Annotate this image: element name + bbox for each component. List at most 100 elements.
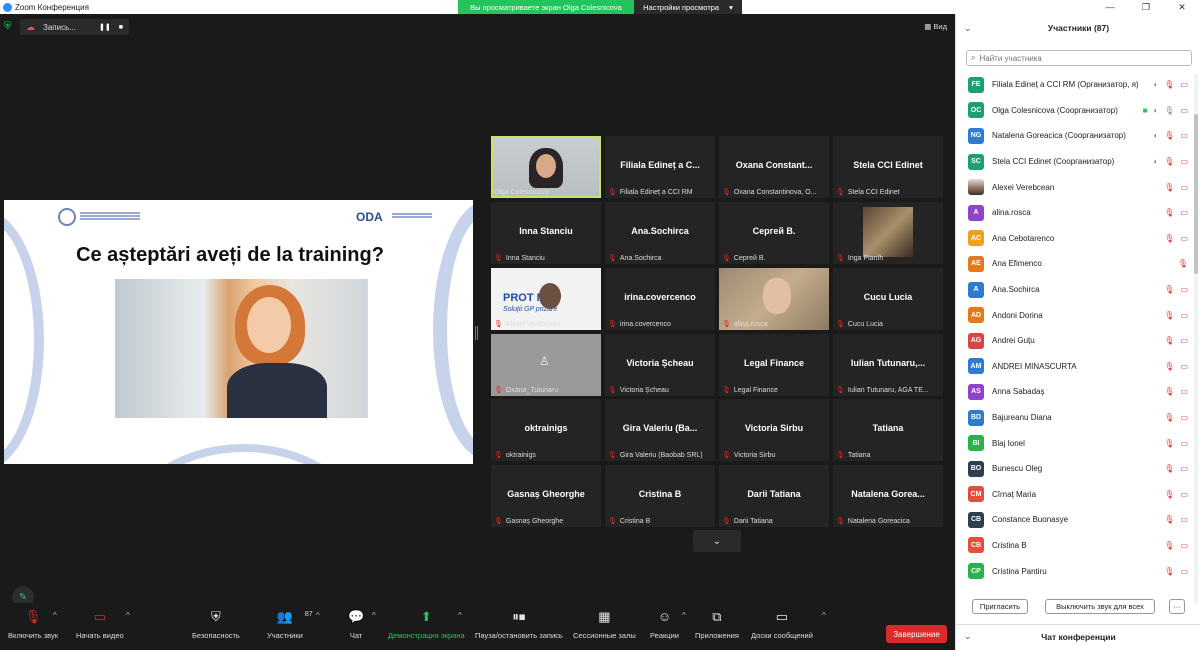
apps-button[interactable]: ⧉ Приложения — [695, 607, 739, 640]
breakout-rooms-button[interactable]: ▦ Сессионные залы — [573, 607, 636, 640]
video-options-caret[interactable]: ^ — [126, 611, 130, 620]
video-tile[interactable]: Iulian Tutunaru,... 🎙 Iulian Tutunaru, AGA… — [833, 334, 943, 396]
participant-row[interactable]: BO Bunescu Oleg 🎙 ▭ — [956, 456, 1194, 482]
video-tile[interactable]: 🎙 Inga Pianîh — [833, 202, 943, 264]
more-options-button[interactable]: ··· — [1169, 599, 1185, 614]
video-tile[interactable]: Stela CCI Edinet 🎙 Stela CCI Edinet — [833, 136, 943, 198]
close-window-button[interactable]: ✕ — [1164, 0, 1200, 14]
next-page-button[interactable]: ⌄ — [693, 530, 741, 552]
chat-options-caret[interactable]: ^ — [372, 611, 376, 620]
reactions-button[interactable]: ☺ Реакции — [650, 607, 679, 640]
whiteboards-options-caret[interactable]: ^ — [822, 611, 826, 620]
start-video-button[interactable]: ▭ Начать видео — [76, 607, 124, 640]
split-resize-handle[interactable] — [475, 326, 478, 340]
video-tile[interactable]: Tatiana 🎙 Tatiana — [833, 399, 943, 461]
video-tile[interactable]: Inna Stanciu 🎙 Inna Stanciu — [491, 202, 601, 264]
participant-list-scrollbar[interactable] — [1194, 74, 1198, 604]
participant-row[interactable]: AG Andrei Guțu 🎙 ▭ — [956, 328, 1194, 354]
participant-row[interactable]: FE Filiala Edineț a CCI RM (Организатор, … — [956, 72, 1194, 98]
tile-name-tag: 🎙 Legal Finance — [722, 386, 826, 395]
end-meeting-button[interactable]: Завершение — [886, 625, 947, 643]
avatar: AC — [968, 230, 984, 247]
share-screen-button[interactable]: ⬆ Демонстрация экрана — [388, 607, 465, 640]
camera-off-icon: ▭ — [1180, 438, 1188, 448]
mic-muted-icon: 🎙 — [1164, 310, 1175, 320]
participant-search-input[interactable] — [979, 53, 1180, 63]
audio-options-caret[interactable]: ^ — [53, 611, 57, 620]
tile-name-tag-label: Gasnaș Gheorghe — [505, 517, 564, 525]
chevron-down-icon[interactable]: ⌄ — [964, 23, 972, 34]
participant-row[interactable]: AE Ana Efimenco 🎙 — [956, 251, 1194, 277]
participant-status-icons: 🎙 ▭ — [1164, 541, 1188, 550]
participant-row[interactable]: NG Natalena Goreacica (Соорганизатор) ◐ 🎙 ▭ — [956, 123, 1194, 149]
video-tile[interactable]: Oxana Constant... 🎙 Oxana Constantinova, O… — [719, 136, 829, 198]
video-tile[interactable]: Victoria Șcheau 🎙 Victoria Șcheau — [605, 334, 715, 396]
scrollbar-thumb[interactable] — [1194, 114, 1198, 274]
avatar: AG — [968, 332, 984, 349]
pause-recording-button[interactable]: ❚❚ — [99, 23, 111, 31]
participant-search[interactable]: ⌕ — [966, 50, 1192, 66]
participant-row[interactable]: OC Olga Colesnicova (Соорганизатор) ■ ◐ 🎙 ▭ — [956, 98, 1194, 124]
video-tile[interactable]: Filiala Edineț a C... 🎙 Filiala Edineț a C… — [605, 136, 715, 198]
video-tile[interactable]: Olga Colesnicova — [491, 136, 601, 198]
video-tile[interactable]: Gira Valeriu (Ba... 🎙 Gira Valeriu (Baobab… — [605, 399, 715, 461]
share-screen-label: Демонстрация экрана — [388, 631, 465, 640]
whiteboards-button[interactable]: ▭ Доски сообщений — [751, 607, 813, 640]
share-options-caret[interactable]: ^ — [458, 611, 462, 620]
chevron-down-icon[interactable]: ⌄ — [964, 631, 972, 642]
video-tile[interactable]: ♙ 🎙 Oxana_Tutunaru — [491, 334, 601, 396]
video-tile[interactable]: Natalena Gorea... 🎙 Natalena Goreacica — [833, 465, 943, 527]
participant-row[interactable]: AC Ana Cebotarenco 🎙 ▭ — [956, 226, 1194, 252]
participant-row[interactable]: Alexei Verebcean 🎙 ▭ — [956, 174, 1194, 200]
participant-row[interactable]: CB Cristina B 🎙 ▭ — [956, 533, 1194, 559]
video-tile[interactable]: Cucu Lucia 🎙 Cucu Lucia — [833, 268, 943, 330]
avatar: BI — [968, 435, 984, 452]
participants-options-caret[interactable]: ^ — [316, 611, 320, 620]
participant-row[interactable]: CP Cristina Pantiru 🎙 ▭ — [956, 558, 1194, 584]
invite-button[interactable]: Пригласить — [972, 599, 1028, 614]
participant-name: Ana Efimenco — [992, 259, 1042, 269]
video-tile[interactable]: Cristina B 🎙 Cristina B — [605, 465, 715, 527]
tile-name-tag: Olga Colesnicova — [494, 189, 598, 196]
participant-row[interactable]: Aalina.rosca 🎙 ▭ — [956, 200, 1194, 226]
participant-name: Blaj Ionel — [992, 438, 1025, 448]
mute-all-button[interactable]: Выключить звук для всех — [1045, 599, 1155, 614]
camera-off-icon: ▭ — [1180, 233, 1188, 243]
participants-button[interactable]: 👥 87 Участники — [267, 607, 313, 640]
camera-off-icon: ▭ — [1180, 80, 1188, 90]
security-button[interactable]: ⛨ Безопасность — [192, 607, 240, 640]
video-tile[interactable]: PROT MD Soluții GP prizare 🎙 Alexei Verebce… — [491, 268, 601, 330]
maximize-button[interactable]: ❐ — [1128, 0, 1164, 14]
video-tile[interactable]: Darii Tatiana 🎙 Darii Tatiana — [719, 465, 829, 527]
participant-row[interactable]: BI Blaj Ionel 🎙 ▭ — [956, 430, 1194, 456]
video-tile[interactable]: Victoria Sirbu 🎙 Victoria Sirbu — [719, 399, 829, 461]
participant-row[interactable]: SC Stela CCI Edinet (Соорганизатор) ◐ 🎙 ▭ — [956, 149, 1194, 175]
chat-button[interactable]: 💬 Чат — [348, 607, 364, 640]
participant-row[interactable]: CB Constance Buonasye 🎙 ▭ — [956, 507, 1194, 533]
pause-stop-recording-button[interactable]: ⏸⏹ Пауза/остановить запись — [475, 607, 563, 640]
participant-row[interactable]: BD Bajureanu Diana 🎙 ▭ — [956, 405, 1194, 431]
stop-recording-button[interactable]: ■ — [119, 24, 123, 31]
view-button[interactable]: ▦ Вид — [924, 22, 947, 31]
video-tile[interactable]: irina.covercenco 🎙 irina.covercenco — [605, 268, 715, 330]
tile-display-name: Oxana Constant... — [735, 160, 813, 170]
video-tile[interactable]: Сергей В. 🎙 Сергей В. — [719, 202, 829, 264]
minimize-button[interactable]: — — [1092, 0, 1128, 14]
unmute-button[interactable]: 🎙 Включить звук — [8, 607, 58, 640]
participant-row[interactable]: CM Cîrnaț Maria 🎙 ▭ — [956, 482, 1194, 508]
shield-icon[interactable]: ⛨ — [4, 21, 14, 33]
participant-row[interactable]: AD Andoni Dorina 🎙 ▭ — [956, 302, 1194, 328]
participant-row[interactable]: AS Anna Sabadaș 🎙 ▭ — [956, 379, 1194, 405]
video-tile[interactable]: oktrainigs 🎙 oktrainigs — [491, 399, 601, 461]
video-tile[interactable]: Ana.Sochirca 🎙 Ana.Sochirca — [605, 202, 715, 264]
participant-row[interactable]: A Ana.Sochirca 🎙 ▭ — [956, 277, 1194, 303]
view-settings-button[interactable]: Настройки просмотра ▾ — [634, 0, 742, 14]
video-tile[interactable]: 🎙 alina.rosca — [719, 268, 829, 330]
video-tile[interactable]: Gasnaș Gheorghe 🎙 Gasnaș Gheorghe — [491, 465, 601, 527]
participant-row[interactable]: AM ANDREI MINASCURTA 🎙 ▭ — [956, 354, 1194, 380]
tile-display-name: Cristina B — [638, 489, 682, 499]
reactions-options-caret[interactable]: ^ — [682, 611, 686, 620]
participant-status-icons: 🎙 ▭ — [1164, 515, 1188, 524]
video-tile[interactable]: Legal Finance 🎙 Legal Finance — [719, 334, 829, 396]
ministry-logo-text — [80, 212, 140, 214]
